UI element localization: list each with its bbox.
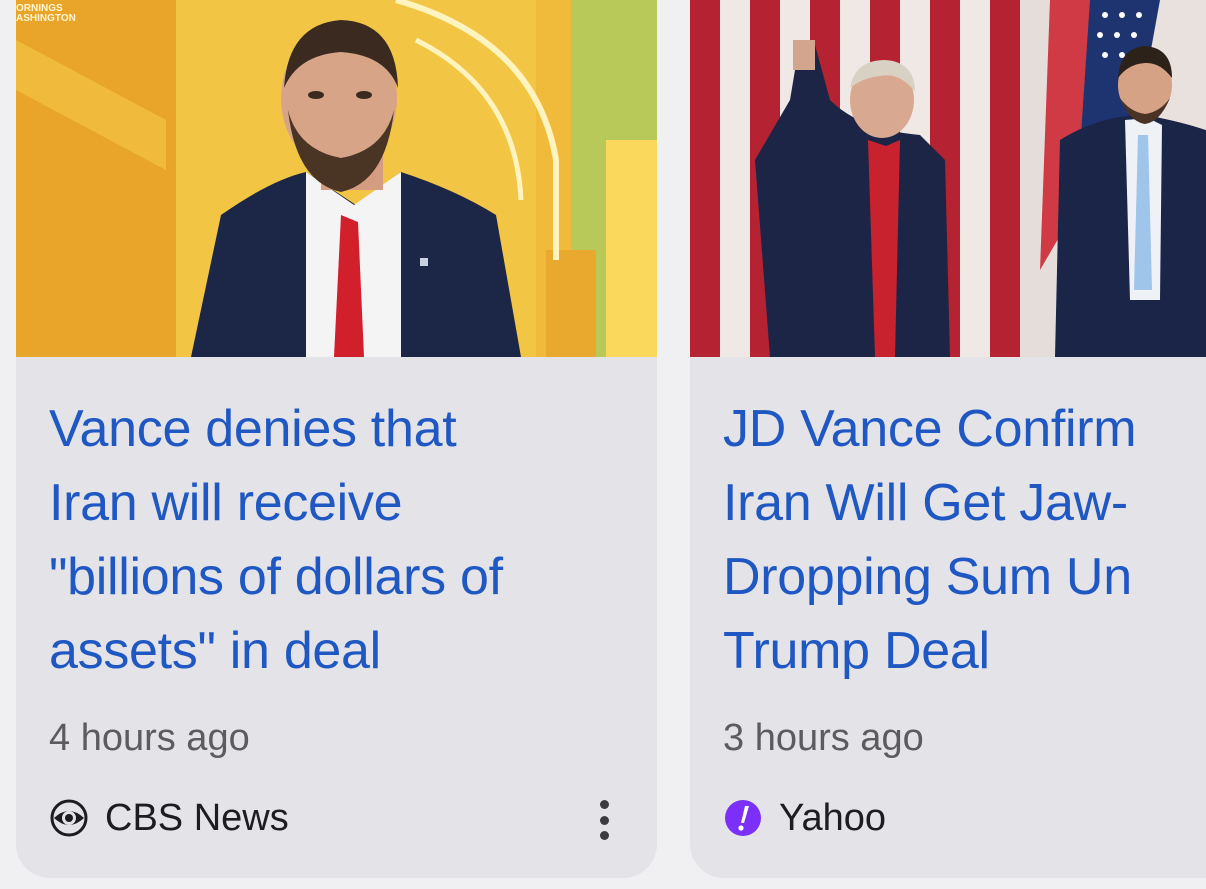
headline-line: JD Vance Confirm [723, 400, 1137, 458]
thumbnail-image-vance-studio [16, 0, 657, 357]
headline-line: Dropping Sum Un [723, 548, 1132, 606]
source-name: Yahoo [779, 796, 887, 839]
headline-link[interactable]: Vance denies that Iran will receive "bil… [49, 392, 503, 688]
headline-line: assets" in deal [49, 622, 381, 680]
watermark-line-2: ASHINGTON [16, 13, 76, 24]
headline-line: Trump Deal [723, 622, 990, 680]
news-card-1[interactable]: ORNINGS ASHINGTON Vance denies that Iran… [16, 0, 657, 878]
source-name: CBS News [105, 796, 289, 839]
headline-line: Iran will receive [49, 474, 403, 532]
headline-link[interactable]: JD Vance Confirm Iran Will Get Jaw- Drop… [723, 392, 1137, 688]
thumbnail-image-trump-vance-flags [690, 0, 1206, 357]
news-thumbnail-2[interactable] [690, 0, 1206, 357]
news-source: Yahoo [723, 792, 886, 844]
thumbnail-watermark: ORNINGS ASHINGTON [16, 4, 76, 24]
publish-time: 4 hours ago [49, 717, 250, 759]
cbs-eye-icon [49, 798, 89, 838]
news-thumbnail-1[interactable]: ORNINGS ASHINGTON [16, 0, 657, 357]
news-source: CBS News [49, 792, 289, 844]
headline-line: "billions of dollars of [49, 548, 503, 606]
headline-line: Iran Will Get Jaw- [723, 474, 1128, 532]
more-vert-icon[interactable] [597, 800, 611, 840]
news-card-2[interactable]: JD Vance Confirm Iran Will Get Jaw- Drop… [690, 0, 1206, 878]
publish-time: 3 hours ago [723, 717, 924, 759]
yahoo-exclamation-icon [723, 798, 763, 838]
headline-line: Vance denies that [49, 400, 457, 458]
